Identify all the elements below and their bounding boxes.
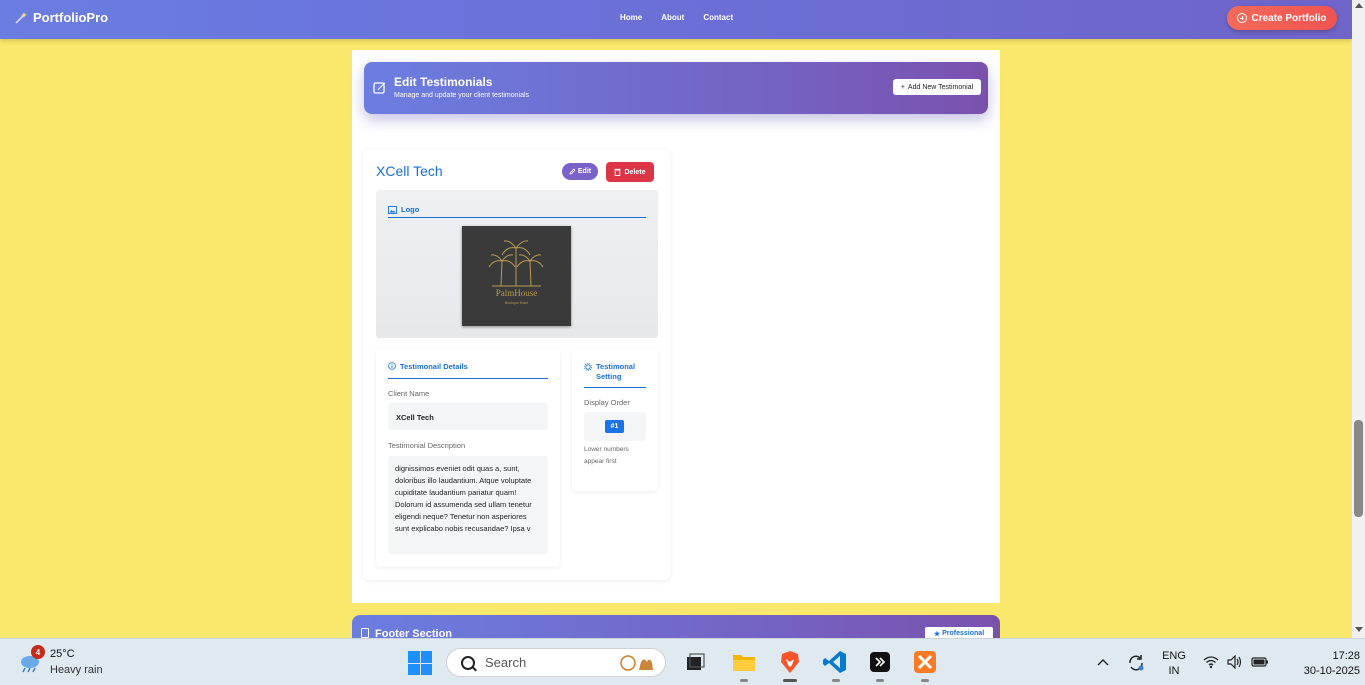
xampp-icon[interactable] xyxy=(912,649,938,675)
edit-testimonials-header: Edit Testimonials Manage and update your… xyxy=(364,62,988,114)
details-heading-label: Testimonail Details xyxy=(400,362,468,371)
pencil-icon xyxy=(569,168,576,175)
edit-label: Edit xyxy=(577,168,592,175)
testimonial-setting-heading: Testimonal Setting xyxy=(584,362,646,388)
windows-start-icon[interactable] xyxy=(408,651,432,675)
weather-condition[interactable]: Heavy rain xyxy=(50,664,103,676)
clock-time: 17:28 xyxy=(1332,650,1360,662)
brand-logo[interactable]: PortfolioPro xyxy=(14,10,108,25)
palm-trees-logo-icon xyxy=(488,240,544,287)
plus-icon: + xyxy=(900,83,905,91)
professional-badge-label: Professional xyxy=(942,630,985,637)
brave-browser-icon[interactable] xyxy=(777,649,803,675)
file-explorer-icon[interactable] xyxy=(731,649,757,675)
taskbar-search-input[interactable]: Search xyxy=(446,648,666,677)
task-view-icon[interactable] xyxy=(682,649,708,675)
display-order-badge: #1 xyxy=(605,420,624,433)
setting-heading-label: Testimonal Setting xyxy=(596,362,636,381)
brand-name: PortfolioPro xyxy=(33,10,109,25)
add-new-testimonial-label: Add New Testimonial xyxy=(907,83,974,91)
nav-about-link[interactable]: About xyxy=(661,13,684,22)
create-portfolio-label: Create Portfolio xyxy=(1251,12,1327,24)
scroll-up-arrow-icon[interactable] xyxy=(1355,3,1363,8)
nav-home-link[interactable]: Home xyxy=(620,13,642,22)
camel-highlight-icon xyxy=(620,654,653,671)
delete-testimonial-button[interactable]: Delete xyxy=(606,162,654,182)
delete-label: Delete xyxy=(624,168,646,176)
testimonial-client-heading: XCell Tech xyxy=(376,163,443,179)
windows-taskbar: 4 25°C Heavy rain Search ENG IN 17:28 30… xyxy=(0,638,1365,685)
terminal-app-icon[interactable] xyxy=(867,649,893,675)
clock-date: 30-10-2025 xyxy=(1303,665,1360,677)
vscode-icon[interactable] xyxy=(822,649,848,675)
testimonial-details-heading: Testimonail Details xyxy=(388,362,548,379)
testimonial-description-value: dignissimos eveniet odit quas a, sunt, d… xyxy=(395,464,532,533)
battery-charging-icon[interactable] xyxy=(1251,656,1269,668)
brave-active-indicator xyxy=(783,679,797,682)
logo-wordmark: PalmHouse xyxy=(495,288,538,298)
vscode-running-indicator xyxy=(832,679,840,682)
explorer-running-indicator xyxy=(740,679,748,682)
page-subtitle: Manage and update your client testimonia… xyxy=(394,92,530,99)
client-name-field[interactable]: XCell Tech xyxy=(388,403,548,430)
client-name-value: XCell Tech xyxy=(396,413,434,422)
testimonial-description-field[interactable]: dignissimos eveniet odit quas a, sunt, d… xyxy=(388,456,548,554)
testimonial-description-label: Testimonial Description xyxy=(388,441,466,450)
language-indicator[interactable]: ENG IN xyxy=(1160,649,1188,679)
client-logo-image: PalmHouse Boutique Hotel xyxy=(462,226,571,326)
edit-square-icon xyxy=(373,82,386,94)
scrollbar-thumb[interactable] xyxy=(1354,420,1363,517)
logo-heading-label: Logo xyxy=(401,205,420,214)
search-icon xyxy=(461,655,475,670)
trash-icon xyxy=(614,168,621,176)
search-placeholder: Search xyxy=(485,655,527,670)
create-portfolio-button[interactable]: Create Portfolio xyxy=(1227,6,1337,30)
language-code: ENG xyxy=(1162,650,1186,662)
weather-temperature[interactable]: 25°C xyxy=(50,648,75,660)
document-icon xyxy=(361,628,369,638)
terminal-running-indicator xyxy=(876,679,884,682)
nav-contact-link[interactable]: Contact xyxy=(703,13,733,22)
xampp-running-indicator xyxy=(921,679,929,682)
weather-alert-badge: 4 xyxy=(31,645,45,659)
image-icon xyxy=(388,205,397,214)
plus-circle-icon xyxy=(1237,13,1248,23)
page-title: Edit Testimonials xyxy=(394,75,493,89)
magic-wand-icon xyxy=(15,11,27,24)
page-scrollbar[interactable] xyxy=(1352,0,1365,638)
wifi-icon[interactable] xyxy=(1203,655,1219,669)
sync-icon[interactable] xyxy=(1126,653,1146,673)
display-order-label: Display Order xyxy=(584,398,630,407)
chevron-up-icon[interactable] xyxy=(1097,658,1109,666)
display-order-hint: Lower numbers appear first xyxy=(584,446,629,465)
add-new-testimonial-button[interactable]: + Add New Testimonial xyxy=(893,79,981,95)
gear-icon xyxy=(584,363,592,371)
speaker-icon[interactable] xyxy=(1227,655,1243,669)
top-navbar: PortfolioPro Home About Contact Create P… xyxy=(0,0,1352,39)
client-name-label: Client Name xyxy=(388,389,430,398)
info-circle-icon xyxy=(388,362,396,370)
logo-section-heading: Logo xyxy=(388,202,646,218)
region-code: IN xyxy=(1168,665,1180,677)
logo-tagline: Boutique Hotel xyxy=(505,301,528,305)
scroll-down-arrow-icon[interactable] xyxy=(1355,627,1363,632)
star-icon: ★ xyxy=(933,630,941,638)
edit-testimonial-button[interactable]: Edit xyxy=(562,163,598,180)
clock[interactable]: 17:28 30-10-2025 xyxy=(1300,649,1360,679)
nav-links: Home About Contact xyxy=(620,13,752,22)
